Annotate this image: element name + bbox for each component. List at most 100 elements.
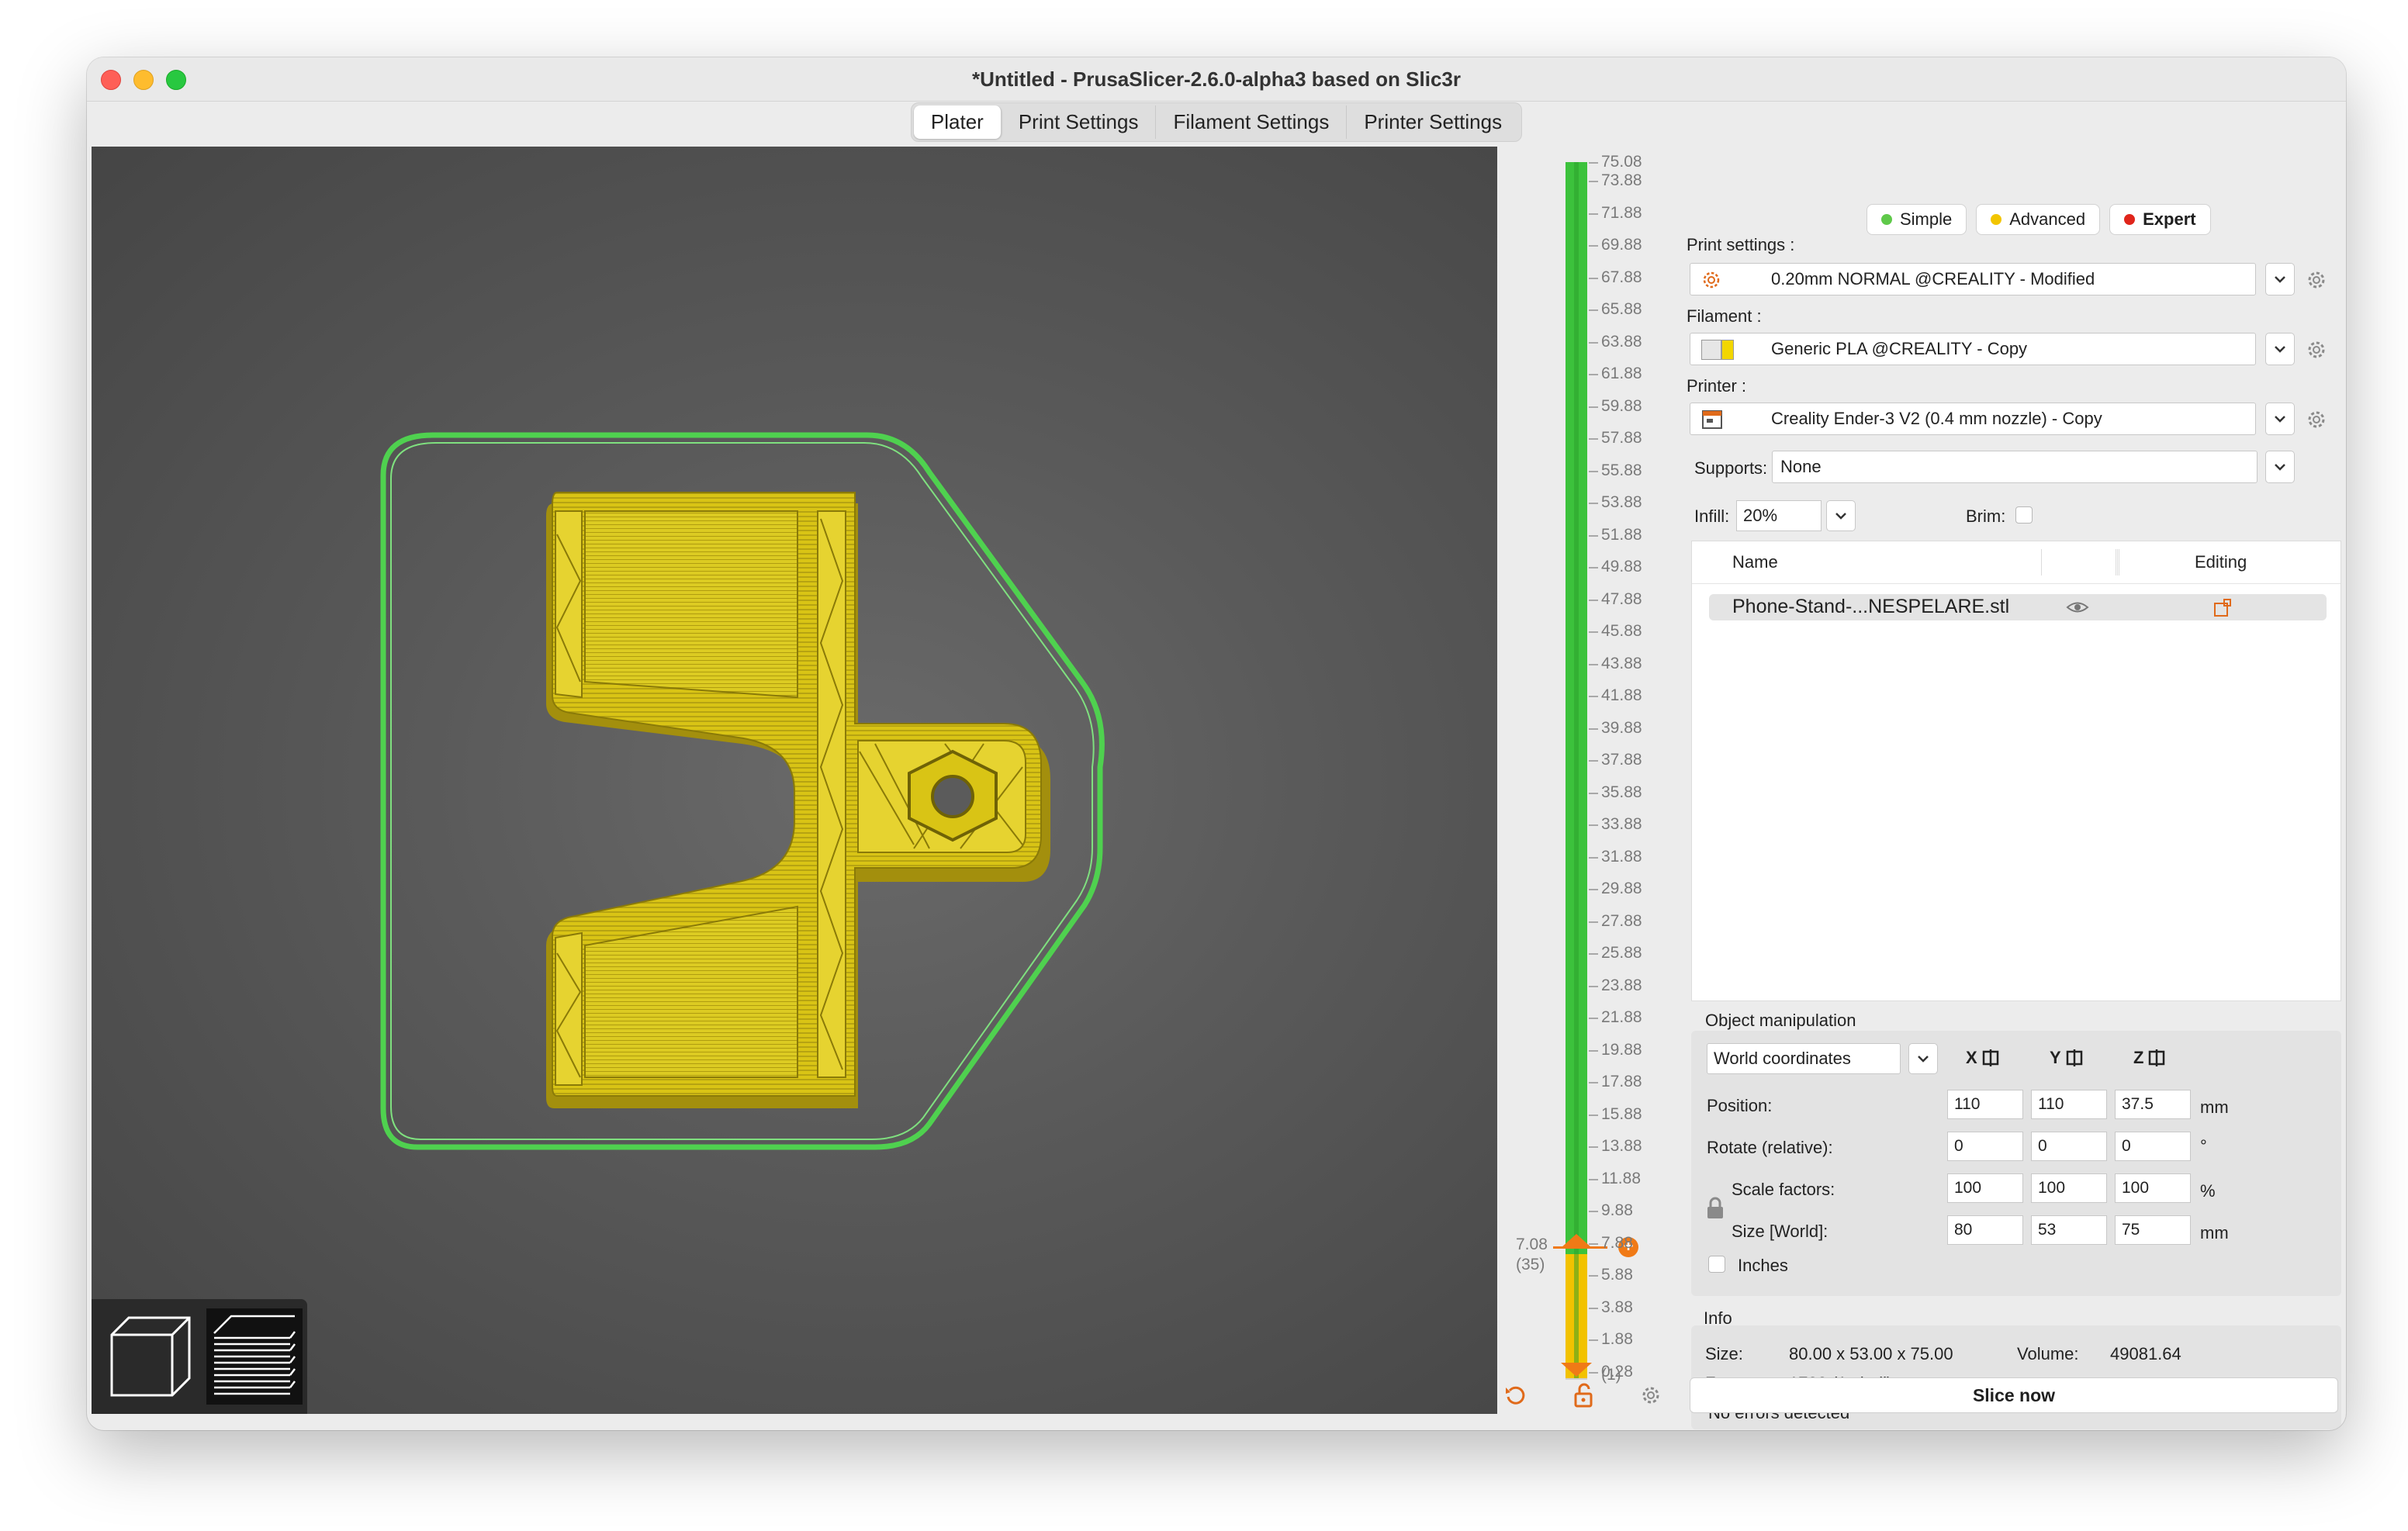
position-x-input[interactable]: 110 xyxy=(1947,1090,2023,1119)
print-settings-gear-icon xyxy=(1703,271,1720,289)
tab-printer-settings[interactable]: Printer Settings xyxy=(1347,105,1519,139)
maximize-window-button[interactable] xyxy=(166,70,186,90)
edit-object-settings-icon[interactable] xyxy=(2212,597,2233,619)
minimize-window-button[interactable] xyxy=(133,70,154,90)
object-list-header: Name Editing xyxy=(1692,541,2341,584)
supports-label: Supports: xyxy=(1694,458,1768,478)
printer-combo[interactable]: Creality Ender-3 V2 (0.4 mm nozzle) - Co… xyxy=(1690,403,2256,435)
print-settings-combo[interactable]: 0.20mm NORMAL @CREALITY - Modified xyxy=(1690,263,2256,295)
rotate-y-input[interactable]: 0 xyxy=(2031,1132,2107,1161)
coordinate-system-combo[interactable]: World coordinates xyxy=(1707,1043,1901,1074)
undo-icon[interactable] xyxy=(1503,1383,1527,1406)
tab-filament-settings[interactable]: Filament Settings xyxy=(1156,105,1348,139)
eye-icon[interactable] xyxy=(2066,599,2089,616)
layer-tick-mark xyxy=(1589,374,1598,376)
layer-tick-mark xyxy=(1589,162,1598,164)
close-window-button[interactable] xyxy=(101,70,121,90)
title-bar: *Untitled - PrusaSlicer-2.6.0-alpha3 bas… xyxy=(87,57,2346,102)
3d-preview-canvas[interactable] xyxy=(92,147,1497,1414)
layer-height-tick-label: 25.88 xyxy=(1601,944,1642,962)
print-settings-dropdown-button[interactable] xyxy=(2265,263,2295,295)
inches-label: Inches xyxy=(1738,1256,1788,1275)
tab-plater[interactable]: Plater xyxy=(913,105,1002,139)
lock-icon[interactable] xyxy=(1705,1197,1725,1220)
brim-checkbox[interactable] xyxy=(2015,506,2033,524)
layer-tick-mark xyxy=(1589,631,1598,634)
lower-thumb[interactable] xyxy=(1561,1363,1592,1377)
upper-thumb[interactable] xyxy=(1561,1234,1592,1248)
drop-to-bed-icon[interactable] xyxy=(1981,1049,2001,1066)
size-unit: mm xyxy=(2200,1223,2229,1242)
scale-x-input[interactable]: 100 xyxy=(1947,1173,2023,1203)
layer-height-tick-label: 0.28 xyxy=(1601,1363,1633,1381)
position-z-input[interactable]: 37.5 xyxy=(2115,1090,2191,1119)
mode-expert-button[interactable]: Expert xyxy=(2109,204,2211,235)
brim-label: Brim: xyxy=(1966,506,2006,526)
layer-tick-mark xyxy=(1589,1146,1598,1149)
edit-filament-preset-gear-icon[interactable] xyxy=(2306,339,2327,361)
filament-color-swatch xyxy=(1701,340,1735,360)
layer-tick-mark xyxy=(1589,1339,1598,1342)
window-controls xyxy=(101,70,186,90)
slider-settings-gear-icon[interactable] xyxy=(1640,1384,1662,1406)
layer-tick-mark xyxy=(1589,856,1598,859)
layer-tick-mark xyxy=(1589,792,1598,794)
infill-dropdown-button[interactable] xyxy=(1826,500,1856,531)
printer-dropdown-button[interactable] xyxy=(2265,403,2295,435)
scale-label: Scale factors: xyxy=(1732,1180,1835,1199)
filament-combo[interactable]: Generic PLA @CREALITY - Copy xyxy=(1690,333,2256,365)
rotate-x-input[interactable]: 0 xyxy=(1947,1132,2023,1161)
layer-height-tick-label: 37.88 xyxy=(1601,751,1642,769)
mode-advanced-button[interactable]: Advanced xyxy=(1976,204,2101,235)
object-manipulation-panel: World coordinates X Y Z Position: 110 11… xyxy=(1691,1031,2341,1296)
filament-label: Filament : xyxy=(1687,306,1762,326)
size-y-input[interactable]: 53 xyxy=(2031,1215,2107,1245)
drop-to-bed-icon[interactable] xyxy=(2147,1049,2167,1066)
editing-column-header[interactable]: Editing xyxy=(2195,552,2247,572)
unlock-icon[interactable] xyxy=(1572,1383,1595,1408)
supports-dropdown-button[interactable] xyxy=(2265,451,2295,483)
view-mode-toggle xyxy=(92,1299,307,1414)
drop-to-bed-icon[interactable] xyxy=(2064,1049,2085,1066)
sliced-model-preview xyxy=(380,432,1105,1150)
printer-label: Printer : xyxy=(1687,376,1747,396)
layer-height-tick-label: 45.88 xyxy=(1601,622,1642,641)
filament-dropdown-button[interactable] xyxy=(2265,333,2295,365)
position-y-input[interactable]: 110 xyxy=(2031,1090,2107,1119)
layer-tick-mark xyxy=(1589,309,1598,312)
layer-height-tick-label: 27.88 xyxy=(1601,911,1642,930)
inches-checkbox[interactable] xyxy=(1708,1256,1725,1273)
list-item[interactable]: Phone-Stand-...NESPELARE.stl xyxy=(1709,594,2327,620)
size-z-input[interactable]: 75 xyxy=(2115,1215,2191,1245)
simple-dot-icon xyxy=(1881,214,1892,225)
infill-input[interactable]: 20% xyxy=(1736,500,1822,531)
object-manipulation-title: Object manipulation xyxy=(1705,1011,1856,1030)
scale-z-input[interactable]: 100 xyxy=(2115,1173,2191,1203)
layer-tick-mark xyxy=(1589,1275,1598,1277)
size-x-input[interactable]: 80 xyxy=(1947,1215,2023,1245)
expert-dot-icon xyxy=(2124,214,2136,225)
scale-y-input[interactable]: 100 xyxy=(2031,1173,2107,1203)
layer-tick-mark xyxy=(1589,1114,1598,1116)
layer-tick-mark xyxy=(1589,889,1598,891)
mode-simple-button[interactable]: Simple xyxy=(1867,204,1967,235)
name-column-header[interactable]: Name xyxy=(1732,552,1778,572)
layer-tick-mark xyxy=(1589,503,1598,505)
edit-print-preset-gear-icon[interactable] xyxy=(2306,269,2327,291)
coordinate-system-dropdown-button[interactable] xyxy=(1908,1043,1938,1074)
layer-tick-mark xyxy=(1589,921,1598,923)
edit-printer-preset-gear-icon[interactable] xyxy=(2306,409,2327,430)
tab-print-settings[interactable]: Print Settings xyxy=(1002,105,1157,139)
layer-tick-mark xyxy=(1589,1211,1598,1213)
layer-slider[interactable] xyxy=(1566,162,1587,1380)
3d-view-button[interactable] xyxy=(102,1308,199,1405)
rotate-label: Rotate (relative): xyxy=(1707,1138,1833,1157)
supports-combo[interactable]: None xyxy=(1772,451,2258,483)
rotate-z-input[interactable]: 0 xyxy=(2115,1132,2191,1161)
layer-tick-mark xyxy=(1589,181,1598,182)
slice-now-button[interactable]: Slice now xyxy=(1690,1377,2338,1413)
layer-height-tick-label: 7.88 xyxy=(1601,1233,1633,1252)
layer-tick-mark xyxy=(1589,1018,1598,1020)
layer-height-tick-label: 47.88 xyxy=(1601,589,1642,608)
layers-view-button[interactable] xyxy=(206,1308,303,1405)
